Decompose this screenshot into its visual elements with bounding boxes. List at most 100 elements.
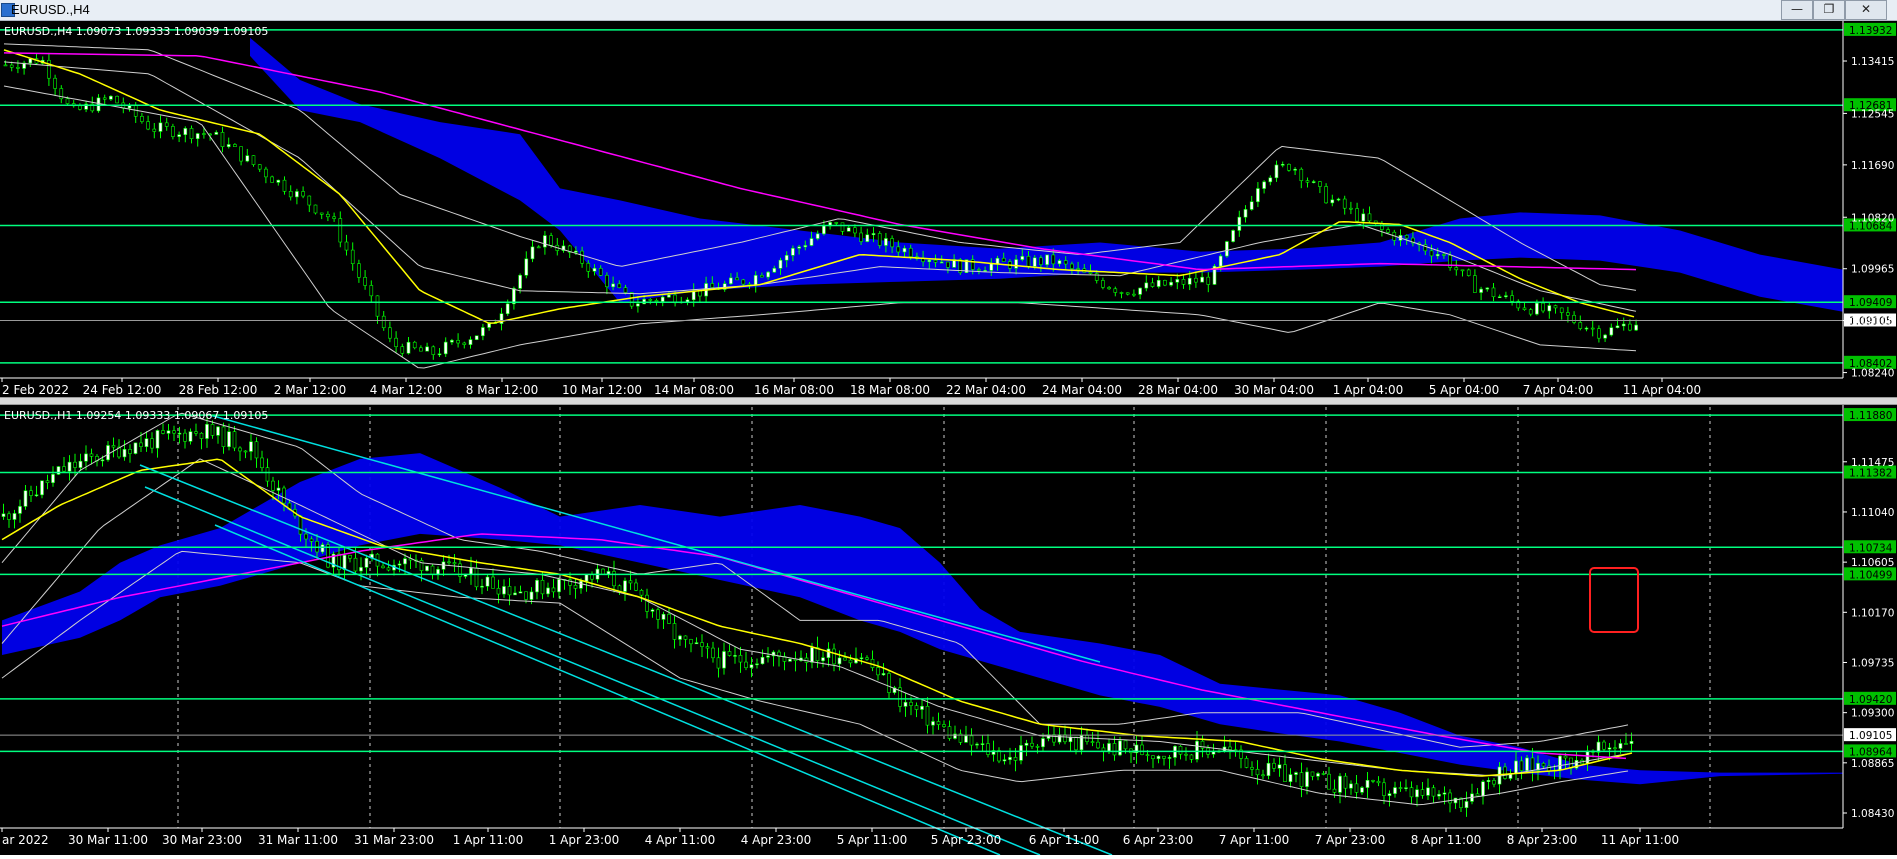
candle-body — [920, 705, 924, 710]
time-axis-label: 7 Apr 23:00 — [1315, 833, 1386, 847]
candle-body — [803, 245, 808, 248]
candle-body — [152, 128, 157, 132]
time-axis-label: 7 Apr 04:00 — [1523, 383, 1594, 397]
candle-body — [73, 461, 77, 468]
candle-body — [760, 656, 765, 665]
time-axis-label: ar 2022 — [2, 833, 49, 847]
chart-header-quote: EURUSD.,H1 1.09254 1.09333 1.09067 1.091… — [4, 409, 268, 422]
candle-body — [1200, 276, 1204, 283]
candle-body — [1435, 254, 1440, 257]
candle-body — [1035, 745, 1040, 748]
candle-body — [28, 58, 33, 64]
candle-body — [1085, 735, 1089, 742]
candle-body — [106, 445, 110, 461]
time-axis-label: 6 Apr 11:00 — [1029, 833, 1100, 847]
candle-body — [1409, 787, 1414, 798]
chart-pane-h1[interactable]: 1.11880 1.11382 1.10734 1.10499 1.09420 1.089… — [0, 405, 1897, 856]
candle-body — [1045, 254, 1049, 265]
candle-body — [326, 214, 330, 218]
candle-body — [1387, 793, 1392, 796]
candle-body — [810, 647, 814, 663]
candle-body — [441, 561, 446, 570]
candle-body — [62, 466, 66, 472]
pane-separator[interactable] — [0, 397, 1897, 405]
candle-body — [1305, 180, 1310, 183]
candle-body — [1101, 747, 1106, 752]
candle-body — [580, 250, 584, 264]
candle-body — [1119, 292, 1124, 294]
candle-body — [16, 66, 20, 69]
candle-body — [1485, 287, 1490, 290]
candle-body — [884, 238, 888, 246]
candle-body — [1349, 783, 1353, 789]
candle-body — [194, 431, 198, 434]
candle-body — [320, 544, 325, 553]
chart-pane-h4[interactable]: 1.13932 1.12681 1.10684 1.09409 1.08402 1.091… — [0, 21, 1897, 397]
candle-body — [1244, 758, 1249, 768]
candle-body — [452, 562, 457, 565]
close-button[interactable]: ✕ — [1845, 0, 1887, 20]
candle-body — [282, 487, 286, 504]
candle-body — [326, 544, 330, 568]
candle-body — [1255, 768, 1260, 776]
candle-body — [1181, 279, 1186, 285]
candle-body — [865, 657, 869, 660]
candle-body — [1431, 787, 1436, 797]
candle-body — [89, 453, 94, 457]
candle-body — [1628, 323, 1632, 331]
candle-body — [749, 664, 754, 669]
candle-body — [357, 263, 361, 278]
candle-body — [535, 580, 539, 593]
chart-canvas-h1[interactable]: 1.11880 1.11382 1.10734 1.10499 1.09420 1.089… — [0, 405, 1897, 856]
time-axis-label: 4 Apr 11:00 — [645, 833, 716, 847]
candle-body — [1151, 755, 1155, 760]
candle-body — [1464, 801, 1469, 808]
candle-body — [1167, 757, 1172, 759]
price-scale-label: 1.10605 — [1851, 557, 1894, 569]
candle-body — [288, 190, 293, 198]
candle-body — [1256, 188, 1260, 203]
candle-body — [161, 430, 165, 434]
candle-body — [1299, 168, 1304, 181]
time-axis-label: 30 Mar 23:00 — [162, 833, 242, 847]
chart-header-quote: EURUSD.,H4 1.09073 1.09333 1.09039 1.091… — [4, 25, 268, 38]
price-scale-label: 1.11040 — [1851, 507, 1894, 519]
candle-body — [1590, 327, 1595, 330]
candle-body — [1274, 164, 1279, 179]
candle-body — [1367, 213, 1372, 222]
candle-body — [592, 268, 597, 272]
time-axis-label: 10 Mar 12:00 — [562, 383, 642, 397]
candle-body — [1578, 322, 1583, 329]
candle-body — [496, 588, 501, 595]
candle-body — [667, 294, 671, 298]
candle-body — [683, 635, 688, 640]
candle-body — [342, 554, 347, 571]
candle-body — [1132, 293, 1136, 296]
chart-canvas-h4[interactable]: 1.139321.126811.106841.094091.084021.091… — [0, 21, 1897, 397]
candle-body — [1338, 775, 1342, 793]
candle-body — [1497, 296, 1502, 299]
candle-body — [23, 490, 28, 507]
candle-body — [1522, 307, 1527, 310]
time-axis-label: 5 Apr 23:00 — [931, 833, 1002, 847]
candle-body — [1272, 762, 1276, 769]
candle-body — [171, 126, 175, 137]
candle-body — [1194, 277, 1198, 283]
time-axis-label: 8 Mar 12:00 — [466, 383, 539, 397]
candle-body — [332, 216, 336, 219]
candle-body — [359, 567, 363, 572]
restore-button[interactable]: ❐ — [1813, 0, 1845, 20]
minimize-button[interactable]: — — [1781, 0, 1813, 20]
candle-body — [975, 743, 979, 746]
candle-body — [947, 726, 952, 739]
candle-body — [348, 554, 352, 559]
candle-body — [7, 513, 11, 520]
candle-body — [586, 262, 591, 272]
candle-body — [1624, 743, 1628, 745]
candle-body — [698, 290, 702, 297]
candle-body — [1503, 766, 1507, 779]
candle-body — [797, 246, 801, 249]
candle-body — [832, 648, 836, 665]
candle-body — [617, 283, 622, 288]
price-scale-label: 1.11690 — [1851, 160, 1894, 172]
